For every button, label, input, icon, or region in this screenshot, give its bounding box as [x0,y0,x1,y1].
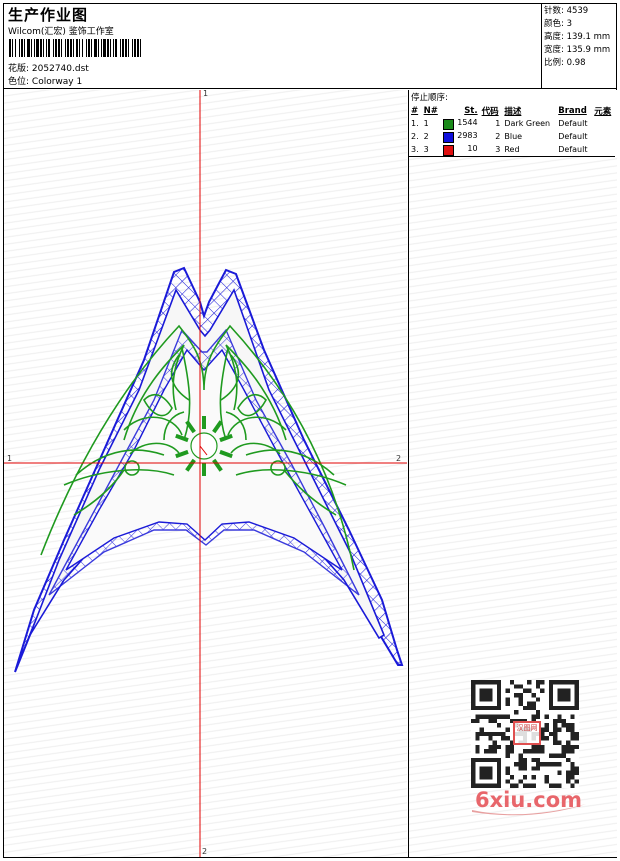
watermark-logo: 6xiu.com [475,788,583,812]
color-swatch [443,131,455,143]
sequence-title: 停止顺序: [411,93,448,103]
center-circle [190,432,218,460]
col-header-element: 元素 [594,106,612,117]
design-file-line: 花版: 2052740.dst [8,61,89,74]
col-header-code: 代码 [481,106,499,117]
blue-lattice-band [14,266,404,673]
design-label: 花版: [8,64,30,74]
table-row: 2. 2 2983 2 Blue Default [411,130,588,143]
col-header-needle: N# [423,105,438,116]
col-header-brand: Brand [558,105,587,116]
stat-width: 宽度: 135.9 mm [544,45,611,55]
stat-stitches: 针数: 4539 [544,6,589,16]
page-title: 生产作业图 [8,6,89,24]
axis-label-bottom: 2 [202,847,208,856]
col-header-stitches: St. [464,105,478,116]
col-header-description: 描述 [504,106,522,117]
embroidery-canvas [4,90,407,857]
axis-label-left: 1 [7,454,13,463]
qr-seal: 汉图网 [513,721,541,745]
colorway-line: 色位: Colorway 1 [8,74,82,87]
table-row: 3. 3 10 3 Red Default [409,143,615,157]
color-swatch [443,144,455,156]
axis-label-right: 2 [396,454,402,463]
colorway-value: Colorway 1 [31,77,83,87]
col-header-index: # [411,105,419,116]
design-stats: 针数: 4539 颜色: 3 高度: 139.1 mm 宽度: 135.9 mm… [541,3,617,89]
design-value: 2052740.dst [31,64,89,74]
design-preview: 1 1 2 2 [4,90,407,857]
header: 生产作业图 Wilcom(汇宏) 鉴饰工作室 花版: 2052740.dst 色… [3,3,617,89]
axis-label-top: 1 [203,90,209,98]
table-row: 1. 1 1544 1 Dark Green Default [411,117,588,130]
stat-colors: 颜色: 3 [544,19,572,29]
color-swatch [443,118,455,130]
studio-name: Wilcom(汇宏) 鉴饰工作室 [8,27,114,37]
sequence-table: # N# St. 代码 描述 Brand 元素 1. 1 1544 1 Dark… [409,104,615,157]
stat-scale: 比例: 0.98 [544,58,586,68]
colorway-label: 色位: [8,77,30,87]
stat-height: 高度: 139.1 mm [544,32,611,42]
barcode [9,39,141,57]
sequence-header-row: # N# St. 代码 描述 Brand 元素 [409,104,615,117]
